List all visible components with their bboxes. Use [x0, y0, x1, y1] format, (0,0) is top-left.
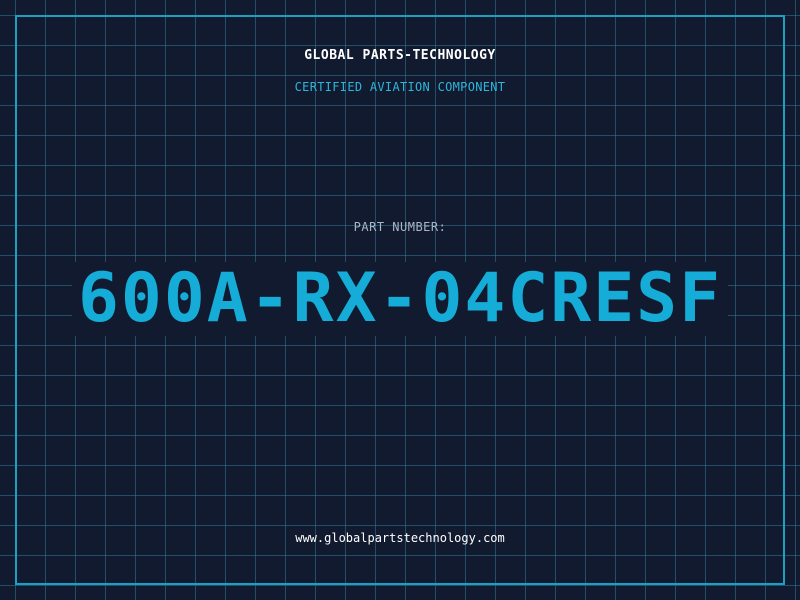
part-number-label: PART NUMBER:: [353, 220, 447, 234]
brand-name: GLOBAL PARTS-TECHNOLOGY: [304, 48, 496, 63]
part-card: GLOBAL PARTS-TECHNOLOGY CERTIFIED AVIATI…: [0, 0, 800, 600]
part-number-container: 600A-RX-04CRESF: [0, 262, 800, 336]
certification-tagline: CERTIFIED AVIATION COMPONENT: [294, 80, 506, 94]
website-url: www.globalpartstechnology.com: [295, 531, 505, 545]
part-number-value: 600A-RX-04CRESF: [71, 262, 729, 336]
